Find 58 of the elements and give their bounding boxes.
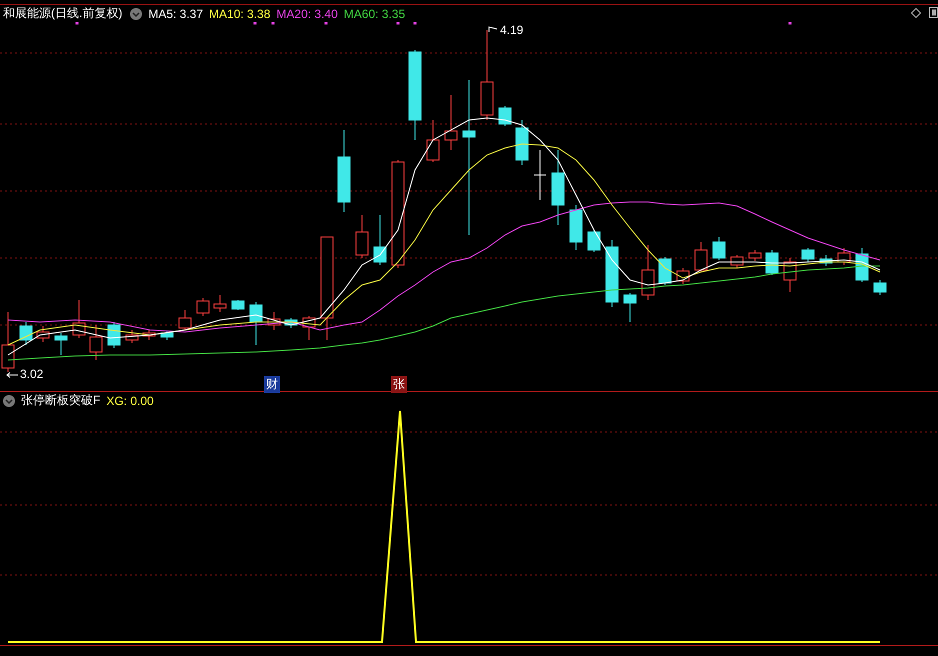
candlestick [570,204,582,250]
candlestick [874,280,886,296]
moving-average-label: MA60: 3.35 [344,6,406,20]
candlestick [250,302,262,346]
candlestick [426,120,440,162]
candlestick [766,250,778,276]
candlestick [498,106,512,126]
diamond-icon[interactable] [911,8,921,18]
event-tag[interactable]: 张 [391,376,407,393]
low-price-label: 3.02 [20,367,44,381]
candlestick [712,236,726,260]
candlestick [214,294,226,312]
candlestick [676,268,690,284]
candlestick [126,330,138,344]
candlestick [730,254,744,268]
candlestick [534,150,546,200]
candlestick [36,326,50,342]
moving-average-label: MA20: 3.40 [276,6,338,20]
candlestick [160,330,174,340]
candlestick [444,94,458,150]
candlestick [356,214,368,258]
candlestick [232,300,244,310]
candlestick [606,240,618,308]
candlestick [284,318,298,328]
candlestick [178,310,192,330]
candlestick [694,242,708,272]
panel-toggle-icon[interactable] [929,7,938,18]
candlestick [624,292,636,322]
candlestick [658,256,672,286]
candlestick [54,332,68,356]
candlestick [820,254,832,266]
candlestick [374,214,386,266]
candlestick [642,244,654,300]
candlestick [90,324,102,360]
collapse-icon[interactable] [3,394,15,406]
candlestick [20,322,32,346]
indicator-value: XG: 0.00 [106,394,154,408]
candlestick [268,312,280,330]
candlestick [802,248,814,262]
collapse-icon[interactable] [130,8,142,20]
candlestick [588,230,600,252]
candlestick [72,300,86,338]
candlestick [108,322,120,348]
pointer-arrow-icon [488,26,498,32]
candlestick [784,258,796,292]
event-tag[interactable]: 财 [264,376,280,393]
high-price-label: 4.19 [500,23,524,37]
candlestick [302,316,316,340]
candlestick [838,248,850,266]
candlestick [748,250,762,262]
stock-title: 和展能源(日线.前复权) [3,5,122,22]
candlestick [142,330,156,340]
candlestick [196,298,210,316]
indicator-name: 张停断板突破F [21,392,100,409]
left-arrow-icon [6,372,18,378]
moving-average-label: MA5: 3.37 [148,6,204,20]
candlestick [516,120,528,166]
moving-average-label: MA10: 3.38 [209,6,270,20]
